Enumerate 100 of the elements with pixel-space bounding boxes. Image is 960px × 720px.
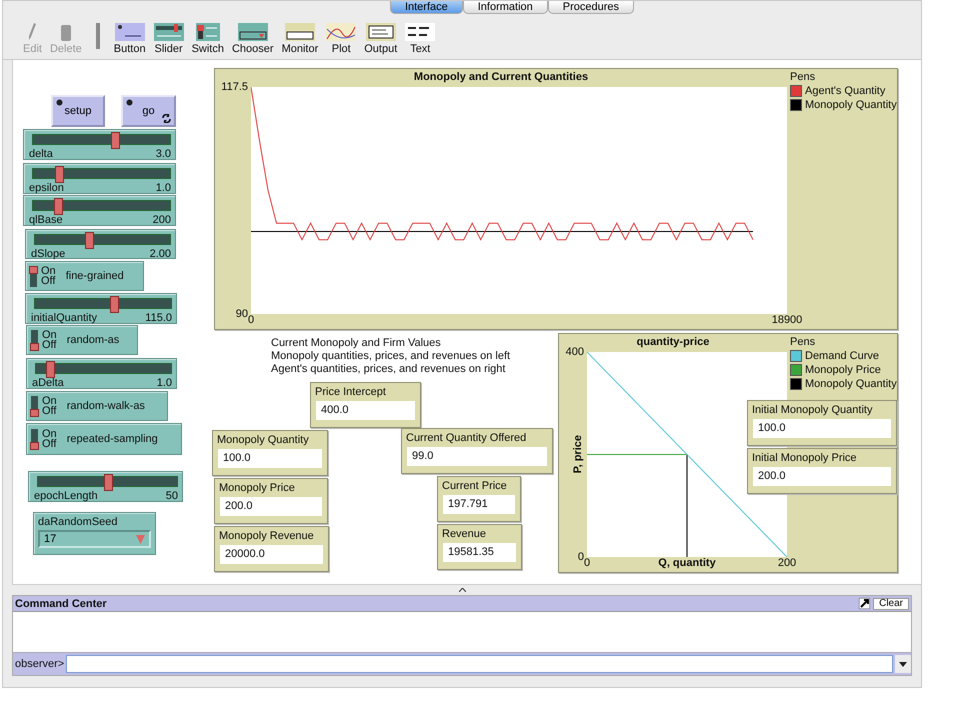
monitor-value: 100.0 <box>218 449 322 468</box>
toggle-switch[interactable] <box>31 330 38 350</box>
slider-value: 115.0 <box>145 312 172 324</box>
off-label: Off <box>41 276 56 286</box>
toggle-switch[interactable] <box>31 428 38 450</box>
toolbar-button[interactable]: Switch <box>192 23 224 55</box>
slider[interactable]: dSlope 2.00 <box>25 229 176 259</box>
toggle-switch[interactable] <box>31 396 38 416</box>
monitor-label: Initial Monopoly Quantity <box>751 403 874 416</box>
monitor-label: Current Price <box>441 479 508 492</box>
monitor-value: 100.0 <box>753 419 891 438</box>
slider-value: 50 <box>166 490 178 502</box>
switch-label: random-walk-as <box>66 400 145 412</box>
slider-value: 1.0 <box>156 182 171 194</box>
toolbar-button[interactable]: Chooser <box>232 23 274 55</box>
x-tick-label: 0 <box>248 314 254 326</box>
legend-heading: Pens <box>790 71 816 83</box>
agent-icon <box>56 99 63 106</box>
switch-label: repeated-sampling <box>66 433 158 445</box>
chooser-tool-icon <box>238 23 268 41</box>
monitor-value: 99.0 <box>407 447 547 466</box>
monitor-label: Monopoly Revenue <box>218 529 315 542</box>
slider-thumb[interactable] <box>110 296 119 313</box>
slider[interactable]: aDelta 1.0 <box>26 358 177 389</box>
off-label: Off <box>42 406 57 416</box>
run-button[interactable]: go <box>121 95 176 127</box>
agent-icon <box>126 99 133 106</box>
button-tool-icon <box>114 23 145 41</box>
slider-label: initialQuantity <box>31 312 98 324</box>
monitor-label: Current Quantity Offered <box>405 431 528 444</box>
prompt-label: observer> <box>15 658 64 670</box>
slider-value: 2.00 <box>150 248 171 260</box>
plot-title: Monopoly and Current Quantities <box>414 70 588 85</box>
slider-value: 200 <box>152 214 171 226</box>
plot-title: quantity-price <box>636 335 710 350</box>
slider-label: epsilon <box>29 182 64 194</box>
switch-label: fine-grained <box>66 270 124 282</box>
x-tick-label: 0 <box>584 557 590 569</box>
y-tick-label: 90 <box>236 308 248 320</box>
legend-label: Monopoly Quantity <box>805 99 897 111</box>
tab[interactable]: Information <box>462 1 548 14</box>
monitor-label: Price Intercept <box>314 385 387 398</box>
dropdown-triangle-icon <box>136 534 145 544</box>
legend-label: Monopoly Quantity <box>805 378 897 390</box>
slider-label: qlBase <box>29 214 63 226</box>
expand-icon[interactable] <box>859 598 870 608</box>
switch-label: random-as <box>66 334 120 346</box>
monitor-value: 400.0 <box>316 401 415 420</box>
monitor-label: Revenue <box>441 527 488 540</box>
slider-thumb[interactable] <box>55 166 64 183</box>
legend-label: Monopoly Price <box>805 364 881 376</box>
toolbar-button[interactable]: Text <box>405 23 436 55</box>
toggle-switch[interactable] <box>30 266 37 286</box>
tab[interactable]: Interface <box>390 1 463 14</box>
slider[interactable]: qlBase 200 <box>23 195 176 226</box>
trash-icon <box>60 23 72 41</box>
slider-value: 3.0 <box>156 148 171 160</box>
on-label: On <box>42 396 57 406</box>
pencil-icon <box>28 23 36 41</box>
slider[interactable]: delta 3.0 <box>23 129 176 160</box>
switch-tool-icon <box>196 23 220 41</box>
slider-thumb[interactable] <box>54 198 63 215</box>
chooser-label: daRandomSeed <box>37 515 119 528</box>
toolbar-button[interactable]: Output <box>364 23 398 55</box>
slider-thumb[interactable] <box>46 361 54 378</box>
caret-down-icon <box>899 662 907 666</box>
monitor-label: Monopoly Quantity <box>216 433 310 446</box>
note-text: Agent's quantities, prices, and revenues on right <box>271 363 506 376</box>
slider[interactable]: epochLength 50 <box>28 471 183 502</box>
slider-label: epochLength <box>34 490 98 502</box>
chooser-dropdown[interactable]: 17 <box>38 530 151 548</box>
history-dropdown[interactable] <box>895 655 911 673</box>
command-input[interactable] <box>66 655 893 673</box>
slider[interactable]: initialQuantity 115.0 <box>25 293 177 324</box>
tab[interactable]: Procedures <box>548 1 634 14</box>
slider-thumb[interactable] <box>104 474 112 491</box>
x-axis-label: Q, quantity <box>658 557 716 569</box>
monitor-value: 200.0 <box>220 497 322 516</box>
text-tool-icon <box>405 23 436 41</box>
slider-label: dSlope <box>31 248 66 260</box>
x-tick-label: 18900 <box>772 314 802 326</box>
slider-thumb[interactable] <box>111 132 120 149</box>
toolbar-button[interactable]: Monitor <box>282 23 318 55</box>
legend-label: Demand Curve <box>805 350 879 362</box>
slider[interactable]: epsilon 1.0 <box>23 163 176 194</box>
slider-label: aDelta <box>32 377 64 389</box>
off-label: Off <box>42 340 57 350</box>
slider-label: delta <box>29 148 53 160</box>
on-label: On <box>42 429 57 439</box>
caret-up-icon[interactable] <box>458 588 466 592</box>
y-tick-label: 400 <box>566 346 584 358</box>
toolbar-button[interactable]: Slider <box>154 23 184 55</box>
clear-button[interactable]: Clear <box>873 598 909 610</box>
slider-thumb[interactable] <box>85 232 94 249</box>
monitor-tool-icon <box>284 23 315 41</box>
toolbar-button[interactable]: Button <box>114 23 146 55</box>
toolbar-button[interactable]: Plot <box>326 23 356 55</box>
monitor-value: 200.0 <box>753 467 891 486</box>
run-button[interactable]: setup <box>51 95 105 127</box>
x-tick-label: 200 <box>778 557 796 569</box>
